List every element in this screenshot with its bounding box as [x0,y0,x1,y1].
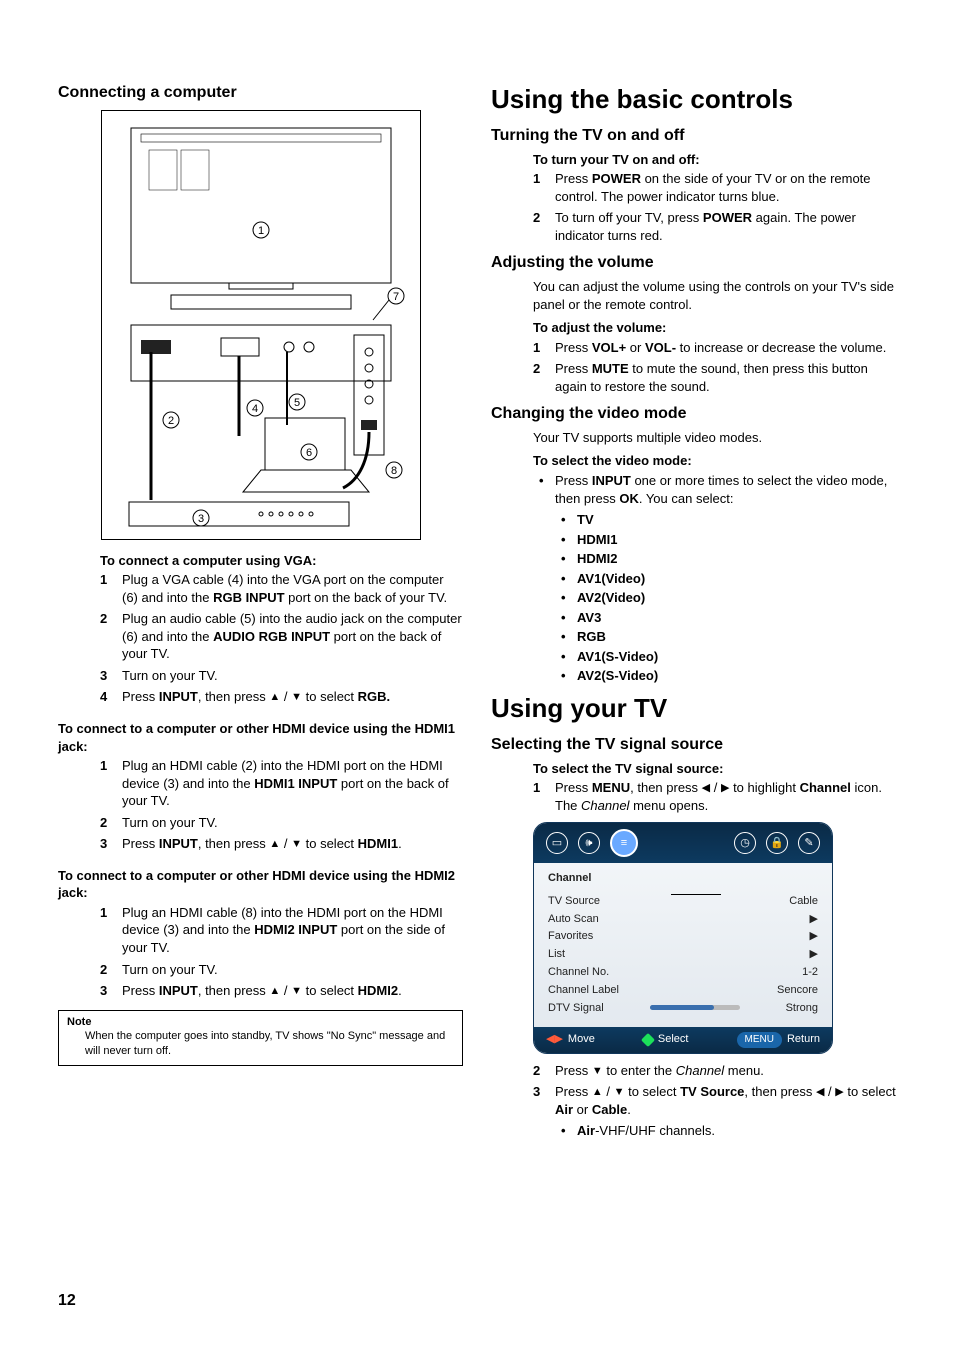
hdmi2-title: To connect to a computer or other HDMI d… [58,867,463,902]
osd-body: Channel TV SourceCable Auto Scan▶ Favori… [534,863,832,1027]
osd-title: Channel [548,871,818,886]
videomode-step-title: To select the video mode: [533,452,896,470]
signal-steps-top: 1Press MENU, then press / to highlight C… [533,779,896,814]
volume-steps: 1Press VOL+ or VOL- to increase or decre… [533,339,896,396]
turning-steps: 1Press POWER on the side of your TV or o… [533,170,896,244]
sub-signal: Selecting the TV signal source [491,734,896,756]
osd-top-bar: ▭ 🕪 ≡ ◷ 🔒 ✎ [534,823,832,863]
osd-icon-sound: 🕪 [578,832,600,854]
osd-icon-channel: ≡ [610,829,638,857]
osd-icon-time: ◷ [734,832,756,854]
section-title-connecting: Connecting a computer [58,82,463,104]
vga-title: To connect a computer using VGA: [100,552,463,570]
videomode-options: TV HDMI1 HDMI2 AV1(Video) AV2(Video) AV3… [555,511,896,685]
osd-icon-lock: 🔒 [766,832,788,854]
note-title: Note [67,1015,454,1030]
osd-footer: ◀▶Move Select MENUReturn [534,1027,832,1053]
sub-turning: Turning the TV on and off [491,125,896,147]
svg-text:2: 2 [167,415,173,427]
signal-steps-bottom: 2Press to enter the Channel menu. 3Press… [533,1062,896,1140]
osd-icon-picture: ▭ [546,832,568,854]
turning-step-title: To turn your TV on and off: [533,151,896,169]
svg-text:8: 8 [390,465,396,477]
hdmi2-steps: 1Plug an HDMI cable (8) into the HDMI po… [100,904,463,1000]
svg-text:7: 7 [392,291,398,303]
sub-volume: Adjusting the volume [491,252,896,274]
page-number: 12 [58,1290,76,1312]
volume-intro: You can adjust the volume using the cont… [533,278,896,313]
svg-text:5: 5 [293,397,299,409]
main-heading-using-tv: Using your TV [491,691,896,726]
volume-step-title: To adjust the volume: [533,319,896,337]
connection-diagram: 1 7 [101,110,421,540]
svg-text:6: 6 [305,447,311,459]
osd-channel-menu: ▭ 🕪 ≡ ◷ 🔒 ✎ Channel TV SourceCable Auto … [533,822,833,1053]
hdmi1-steps: 1Plug an HDMI cable (2) into the HDMI po… [100,757,463,853]
hdmi1-title: To connect to a computer or other HDMI d… [58,720,463,755]
osd-icon-setup: ✎ [798,832,820,854]
svg-text:3: 3 [197,513,203,525]
signal-bullet: Air-VHF/UHF channels. [555,1122,896,1140]
videomode-intro: Your TV supports multiple video modes. [533,429,896,447]
svg-text:1: 1 [257,225,263,237]
vga-steps: 1Plug a VGA cable (4) into the VGA port … [100,571,463,706]
svg-text:4: 4 [251,403,257,415]
videomode-bullet: Press INPUT one or more times to select … [533,472,896,685]
note-body: When the computer goes into standby, TV … [85,1029,454,1059]
signal-step-title: To select the TV signal source: [533,760,896,778]
main-heading-basic-controls: Using the basic controls [491,82,896,117]
note-box: Note When the computer goes into standby… [58,1010,463,1067]
sub-videomode: Changing the video mode [491,403,896,425]
